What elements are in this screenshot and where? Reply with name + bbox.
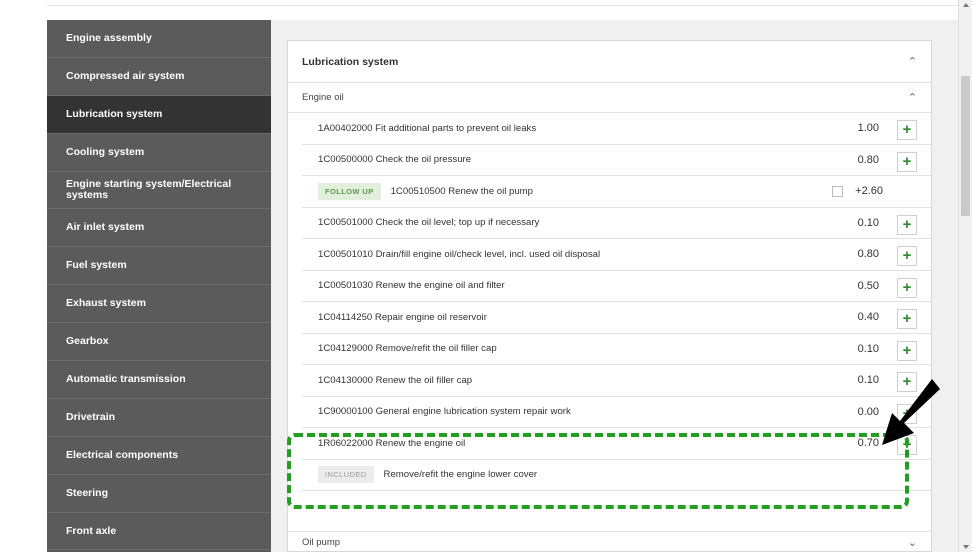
- operation-value: 0.50: [857, 279, 879, 292]
- sidebar-item-label: Air inlet system: [66, 221, 145, 234]
- add-button[interactable]: +: [897, 214, 917, 235]
- sidebar-item-label: Fuel system: [66, 259, 127, 272]
- sidebar-item-label: Gearbox: [66, 335, 109, 348]
- operation-text: 1A00402000 Fit additional parts to preve…: [318, 122, 537, 134]
- add-button[interactable]: +: [897, 246, 917, 266]
- sidebar-item-lubrication-system[interactable]: Lubrication system: [47, 95, 271, 134]
- sidebar-item-exhaust-system[interactable]: Exhaust system: [47, 285, 271, 324]
- vertical-scrollbar[interactable]: [958, 0, 972, 552]
- chevron-up-icon[interactable]: ⌃: [908, 55, 917, 68]
- included-row: INCLUDED Remove/refit the engine lower c…: [302, 459, 931, 491]
- sidebar-item-engine-assembly[interactable]: Engine assembly: [47, 20, 271, 58]
- operation-text: Remove/refit the engine lower cover: [383, 469, 538, 481]
- add-button[interactable]: +: [897, 120, 917, 140]
- operation-row: 1C00500000 Check the oil pressure 0.80 +: [302, 145, 931, 176]
- operation-value: 0.10: [857, 216, 879, 229]
- operation-row: 1C90000100 General engine lubrication sy…: [302, 397, 931, 428]
- operation-value: 1.00: [857, 122, 879, 135]
- operation-row: 1C00501000 Check the oil level; top up i…: [302, 208, 931, 239]
- scroll-thumb[interactable]: [961, 76, 970, 216]
- lubrication-panel: Lubrication system ⌃ Engine oil ⌃ 1A0040…: [287, 40, 932, 552]
- sidebar-item-air-inlet-system[interactable]: Air inlet system: [47, 209, 271, 248]
- pointer-arrow-icon: [882, 379, 940, 445]
- operation-text: 1C00501010 Drain/fill engine oil/check l…: [318, 248, 601, 260]
- top-strip: [0, 0, 958, 6]
- sidebar-item-steering[interactable]: Steering: [47, 475, 271, 513]
- operation-row: 1C04114250 Repair engine oil reservoir 0…: [302, 302, 931, 334]
- group-header-oil-pump[interactable]: Oil pump ⌄: [288, 531, 931, 552]
- add-button[interactable]: +: [897, 151, 917, 172]
- operation-row: 1C00501030 Renew the engine oil and filt…: [302, 271, 931, 302]
- sidebar-item-label: Cooling system: [66, 145, 145, 158]
- operation-row: 1A00402000 Fit additional parts to preve…: [302, 113, 931, 145]
- follow-up-checkbox[interactable]: [832, 186, 843, 197]
- operation-text: 1C04114250 Repair engine oil reservoir: [318, 311, 487, 323]
- sidebar-item-engine-starting-system[interactable]: Engine starting system/Electrical system…: [47, 172, 271, 210]
- operation-value: 0.40: [857, 311, 879, 324]
- app-window: Engine assembly Compressed air system Lu…: [0, 0, 972, 552]
- sidebar-item-label: Engine assembly: [66, 31, 152, 44]
- add-button[interactable]: +: [897, 309, 917, 329]
- sidebar-item-gearbox[interactable]: Gearbox: [47, 323, 271, 362]
- sidebar-item-front-axle[interactable]: Front axle: [47, 513, 271, 551]
- sidebar-item-automatic-transmission[interactable]: Automatic transmission: [47, 361, 271, 399]
- panel-title: Lubrication system: [302, 55, 399, 68]
- operation-value: +2.60: [855, 185, 883, 198]
- sidebar-item-label: Drivetrain: [66, 410, 116, 423]
- add-button[interactable]: +: [897, 277, 917, 298]
- operation-text: 1C04130000 Renew the oil filler cap: [318, 374, 473, 386]
- operation-row: 1C00501010 Drain/fill engine oil/check l…: [302, 239, 931, 271]
- operation-text: 1R06022000 Renew the engine oil: [318, 437, 466, 449]
- sidebar-item-label: Exhaust system: [66, 297, 146, 310]
- operation-list: 1A00402000 Fit additional parts to preve…: [288, 113, 931, 491]
- operation-text: 1C00501000 Check the oil level; top up i…: [318, 217, 540, 229]
- main-content: Lubrication system ⌃ Engine oil ⌃ 1A0040…: [271, 20, 958, 552]
- sidebar-item-cooling-system[interactable]: Cooling system: [47, 134, 271, 172]
- follow-up-badge: FOLLOW UP: [318, 182, 381, 200]
- operation-text: 1C00501030 Renew the engine oil and filt…: [318, 280, 505, 292]
- sidebar-item-label: Compressed air system: [66, 69, 185, 82]
- operation-value: 0.80: [857, 248, 879, 261]
- operation-value: 0.00: [857, 405, 879, 418]
- sidebar-item-label: Lubrication system: [66, 107, 163, 120]
- sidebar-item-compressed-air-system[interactable]: Compressed air system: [47, 58, 271, 96]
- operation-text: 1C04129000 Remove/refit the oil filler c…: [318, 343, 497, 355]
- sidebar-item-label: Engine starting system/Electrical system…: [66, 178, 232, 201]
- operation-row: 1C04130000 Renew the oil filler cap 0.10…: [302, 365, 931, 397]
- sidebar-item-label: Front axle: [66, 524, 117, 537]
- sidebar: Engine assembly Compressed air system Lu…: [47, 20, 271, 552]
- sidebar-item-label: Electrical components: [66, 448, 179, 461]
- operation-value: 0.10: [857, 374, 879, 387]
- operation-row: 1R06022000 Renew the engine oil 0.70 +: [302, 428, 931, 460]
- chevron-up-icon[interactable]: ⌃: [908, 91, 917, 104]
- operation-text: 1C00510500 Renew the oil pump: [390, 185, 534, 197]
- chevron-down-icon[interactable]: ⌄: [908, 536, 917, 549]
- operation-text: 1C90000100 General engine lubrication sy…: [318, 406, 571, 418]
- sidebar-item-label: Automatic transmission: [66, 372, 186, 385]
- sidebar-item-electrical-components[interactable]: Electrical components: [47, 437, 271, 475]
- included-badge: INCLUDED: [318, 466, 374, 484]
- group-header-engine-oil[interactable]: Engine oil ⌃: [288, 83, 931, 113]
- follow-up-row: FOLLOW UP 1C00510500 Renew the oil pump …: [302, 176, 931, 208]
- left-gutter: [0, 0, 47, 552]
- group-title: Oil pump: [302, 537, 341, 548]
- scroll-up-icon[interactable]: [963, 3, 969, 7]
- add-button[interactable]: +: [897, 340, 917, 361]
- operation-text: 1C00500000 Check the oil pressure: [318, 154, 472, 166]
- operation-value: 0.10: [857, 342, 879, 355]
- sidebar-item-fuel-system[interactable]: Fuel system: [47, 247, 271, 286]
- operation-row: 1C04129000 Remove/refit the oil filler c…: [302, 334, 931, 365]
- scroll-down-icon[interactable]: [963, 545, 969, 549]
- group-title: Engine oil: [302, 92, 344, 103]
- sidebar-item-drivetrain[interactable]: Drivetrain: [47, 399, 271, 437]
- operation-value: 0.70: [857, 437, 879, 450]
- panel-header[interactable]: Lubrication system ⌃: [288, 41, 931, 83]
- sidebar-item-label: Steering: [66, 486, 109, 499]
- operation-value: 0.80: [857, 153, 879, 166]
